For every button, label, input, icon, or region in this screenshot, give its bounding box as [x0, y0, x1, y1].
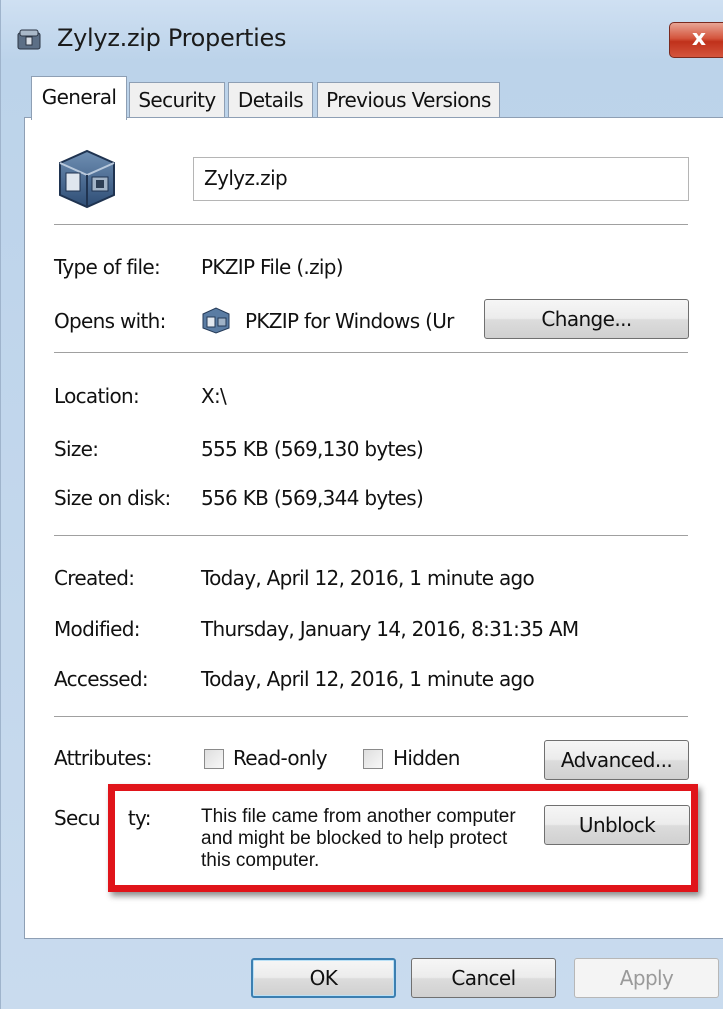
accessed-value: Today, April 12, 2016, 1 minute ago [201, 667, 535, 691]
modified-value: Thursday, January 14, 2016, 8:31:35 AM [201, 617, 579, 641]
type-of-file-label: Type of file: [54, 255, 161, 279]
hidden-label[interactable]: Hidden [393, 746, 460, 770]
tab-label: Previous Versions [326, 88, 491, 112]
hidden-checkbox[interactable] [363, 749, 383, 769]
tab-label: Security [138, 88, 216, 112]
file-name-field[interactable]: Zylyz.zip [193, 157, 689, 201]
pkzip-app-icon [202, 307, 230, 334]
tab-security[interactable]: Security [129, 82, 225, 120]
separator [54, 352, 688, 354]
highlight-box [108, 784, 698, 892]
opens-with-value: PKZIP for Windows (Ur [245, 309, 454, 333]
security-label-start: Secu [54, 806, 101, 830]
ok-button[interactable]: OK [251, 958, 396, 998]
cancel-button[interactable]: Cancel [411, 958, 556, 998]
tab-label: General [41, 85, 117, 109]
size-on-disk-label: Size on disk: [54, 486, 171, 510]
title-bar[interactable]: Zylyz.zip Properties x [1, 0, 723, 78]
created-label: Created: [54, 566, 135, 590]
tab-previous-versions[interactable]: Previous Versions [317, 82, 500, 120]
opens-with-label: Opens with: [54, 309, 166, 333]
accessed-label: Accessed: [54, 667, 149, 691]
separator [54, 535, 688, 537]
change-button[interactable]: Change... [484, 299, 689, 339]
close-icon: x [691, 26, 707, 51]
advanced-button[interactable]: Advanced... [544, 740, 689, 780]
tab-details[interactable]: Details [228, 82, 313, 120]
separator [54, 224, 688, 226]
zip-file-icon [59, 149, 115, 209]
modified-label: Modified: [54, 617, 140, 641]
attributes-label: Attributes: [54, 746, 152, 770]
location-label: Location: [54, 384, 140, 408]
separator [54, 716, 688, 718]
zip-archive-icon [17, 29, 41, 50]
read-only-checkbox[interactable] [204, 749, 224, 769]
close-button[interactable]: x [669, 22, 723, 58]
properties-window: Zylyz.zip Properties x General Security … [0, 0, 723, 1009]
size-value: 555 KB (569,130 bytes) [201, 437, 424, 461]
type-of-file-value: PKZIP File (.zip) [201, 255, 344, 279]
tab-label: Details [237, 88, 304, 112]
size-on-disk-value: 556 KB (569,344 bytes) [201, 486, 424, 510]
tab-general[interactable]: General [31, 76, 127, 120]
created-value: Today, April 12, 2016, 1 minute ago [201, 566, 535, 590]
location-value: X:\ [201, 384, 227, 408]
apply-button[interactable]: Apply [574, 958, 719, 998]
window-title: Zylyz.zip Properties [57, 24, 287, 52]
size-label: Size: [54, 437, 99, 461]
read-only-label[interactable]: Read-only [233, 746, 328, 770]
